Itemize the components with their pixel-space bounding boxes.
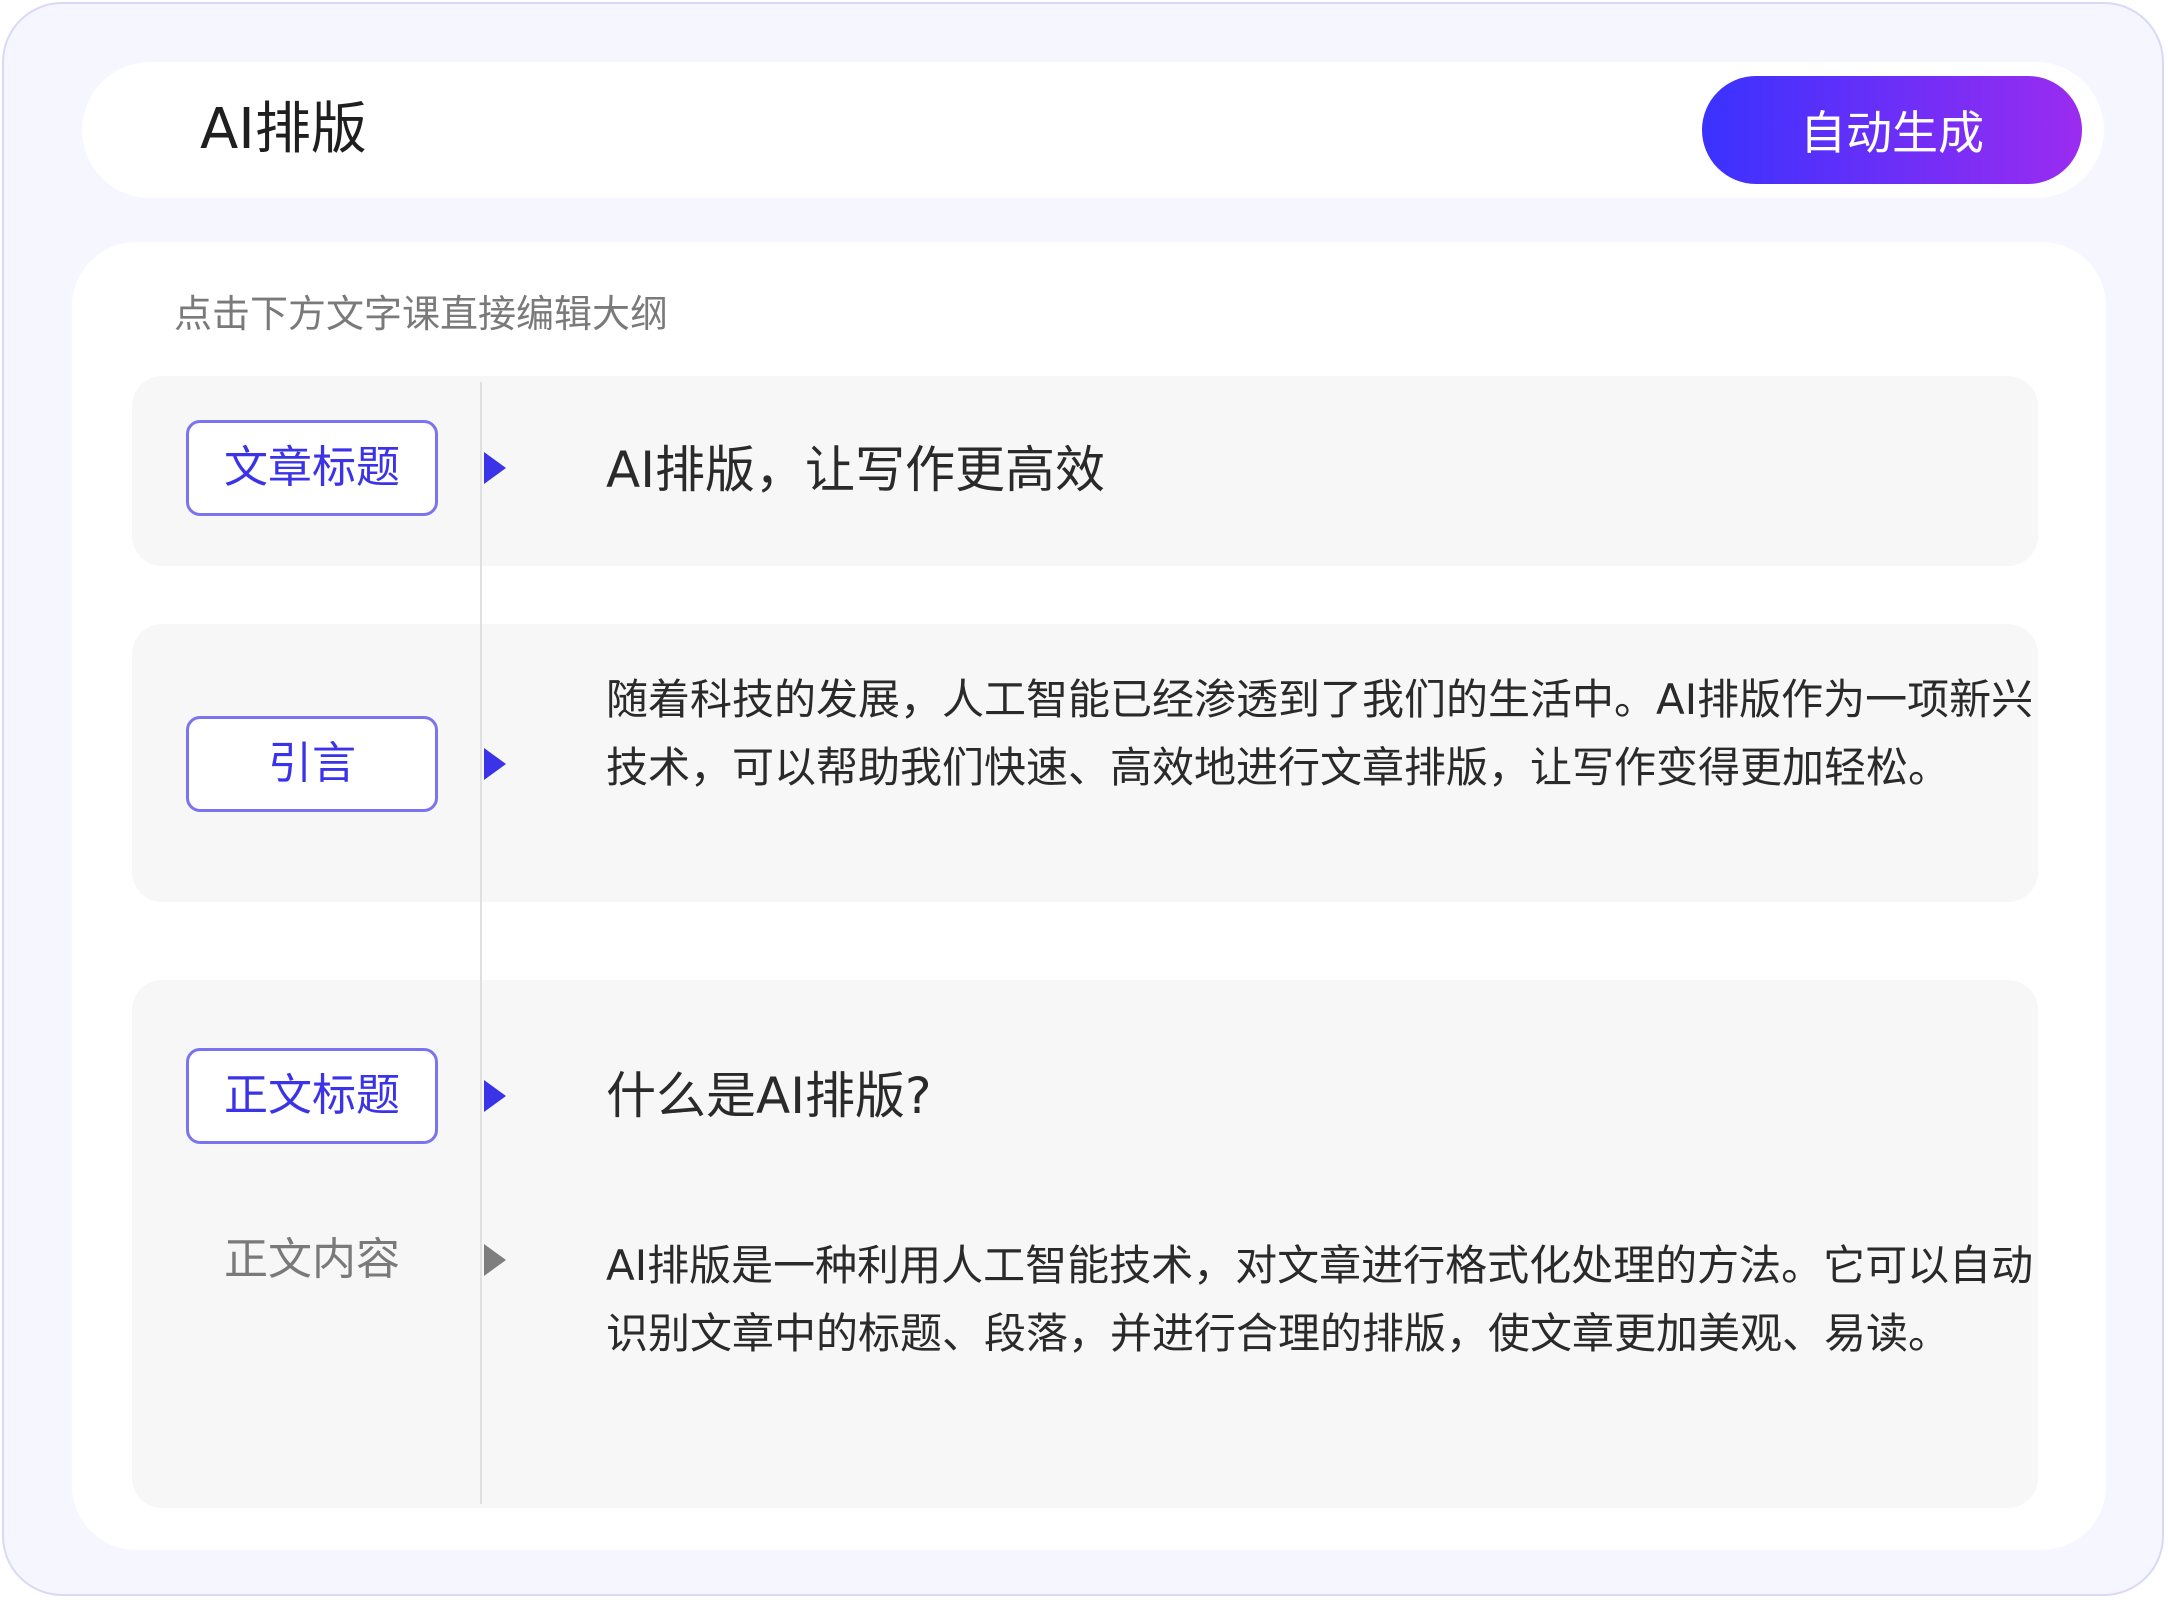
- outline-editor-card: 点击下方文字课直接编辑大纲 文章标题 AI排版，让写作更高效 引言 随着科技的发…: [72, 242, 2106, 1550]
- arrow-right-icon: [484, 748, 506, 780]
- body-title-text[interactable]: 什么是AI排版?: [606, 1066, 2046, 1126]
- body-content-text[interactable]: AI排版是一种利用人工智能技术，对文章进行格式化处理的方法。它可以自动识别文章中…: [606, 1232, 2046, 1368]
- arrow-right-icon: [484, 452, 506, 484]
- app-frame: AI排版 自动生成 点击下方文字课直接编辑大纲 文章标题 AI排版，让写作更高效…: [2, 2, 2164, 1596]
- tag-article-title[interactable]: 文章标题: [186, 420, 438, 516]
- tag-body-content[interactable]: 正文内容: [186, 1212, 438, 1308]
- outline-timeline: [480, 382, 482, 1504]
- header-bar: AI排版 自动生成: [82, 62, 2104, 198]
- tag-intro[interactable]: 引言: [186, 716, 438, 812]
- arrow-right-icon: [484, 1244, 506, 1276]
- article-title-text[interactable]: AI排版，让写作更高效: [606, 440, 2046, 500]
- auto-generate-button[interactable]: 自动生成: [1702, 76, 2082, 184]
- edit-hint: 点击下方文字课直接编辑大纲: [174, 292, 669, 336]
- arrow-right-icon: [484, 1080, 506, 1112]
- tag-body-title[interactable]: 正文标题: [186, 1048, 438, 1144]
- intro-text[interactable]: 随着科技的发展，人工智能已经渗透到了我们的生活中。AI排版作为一项新兴技术，可以…: [606, 666, 2046, 802]
- page-title: AI排版: [200, 97, 367, 162]
